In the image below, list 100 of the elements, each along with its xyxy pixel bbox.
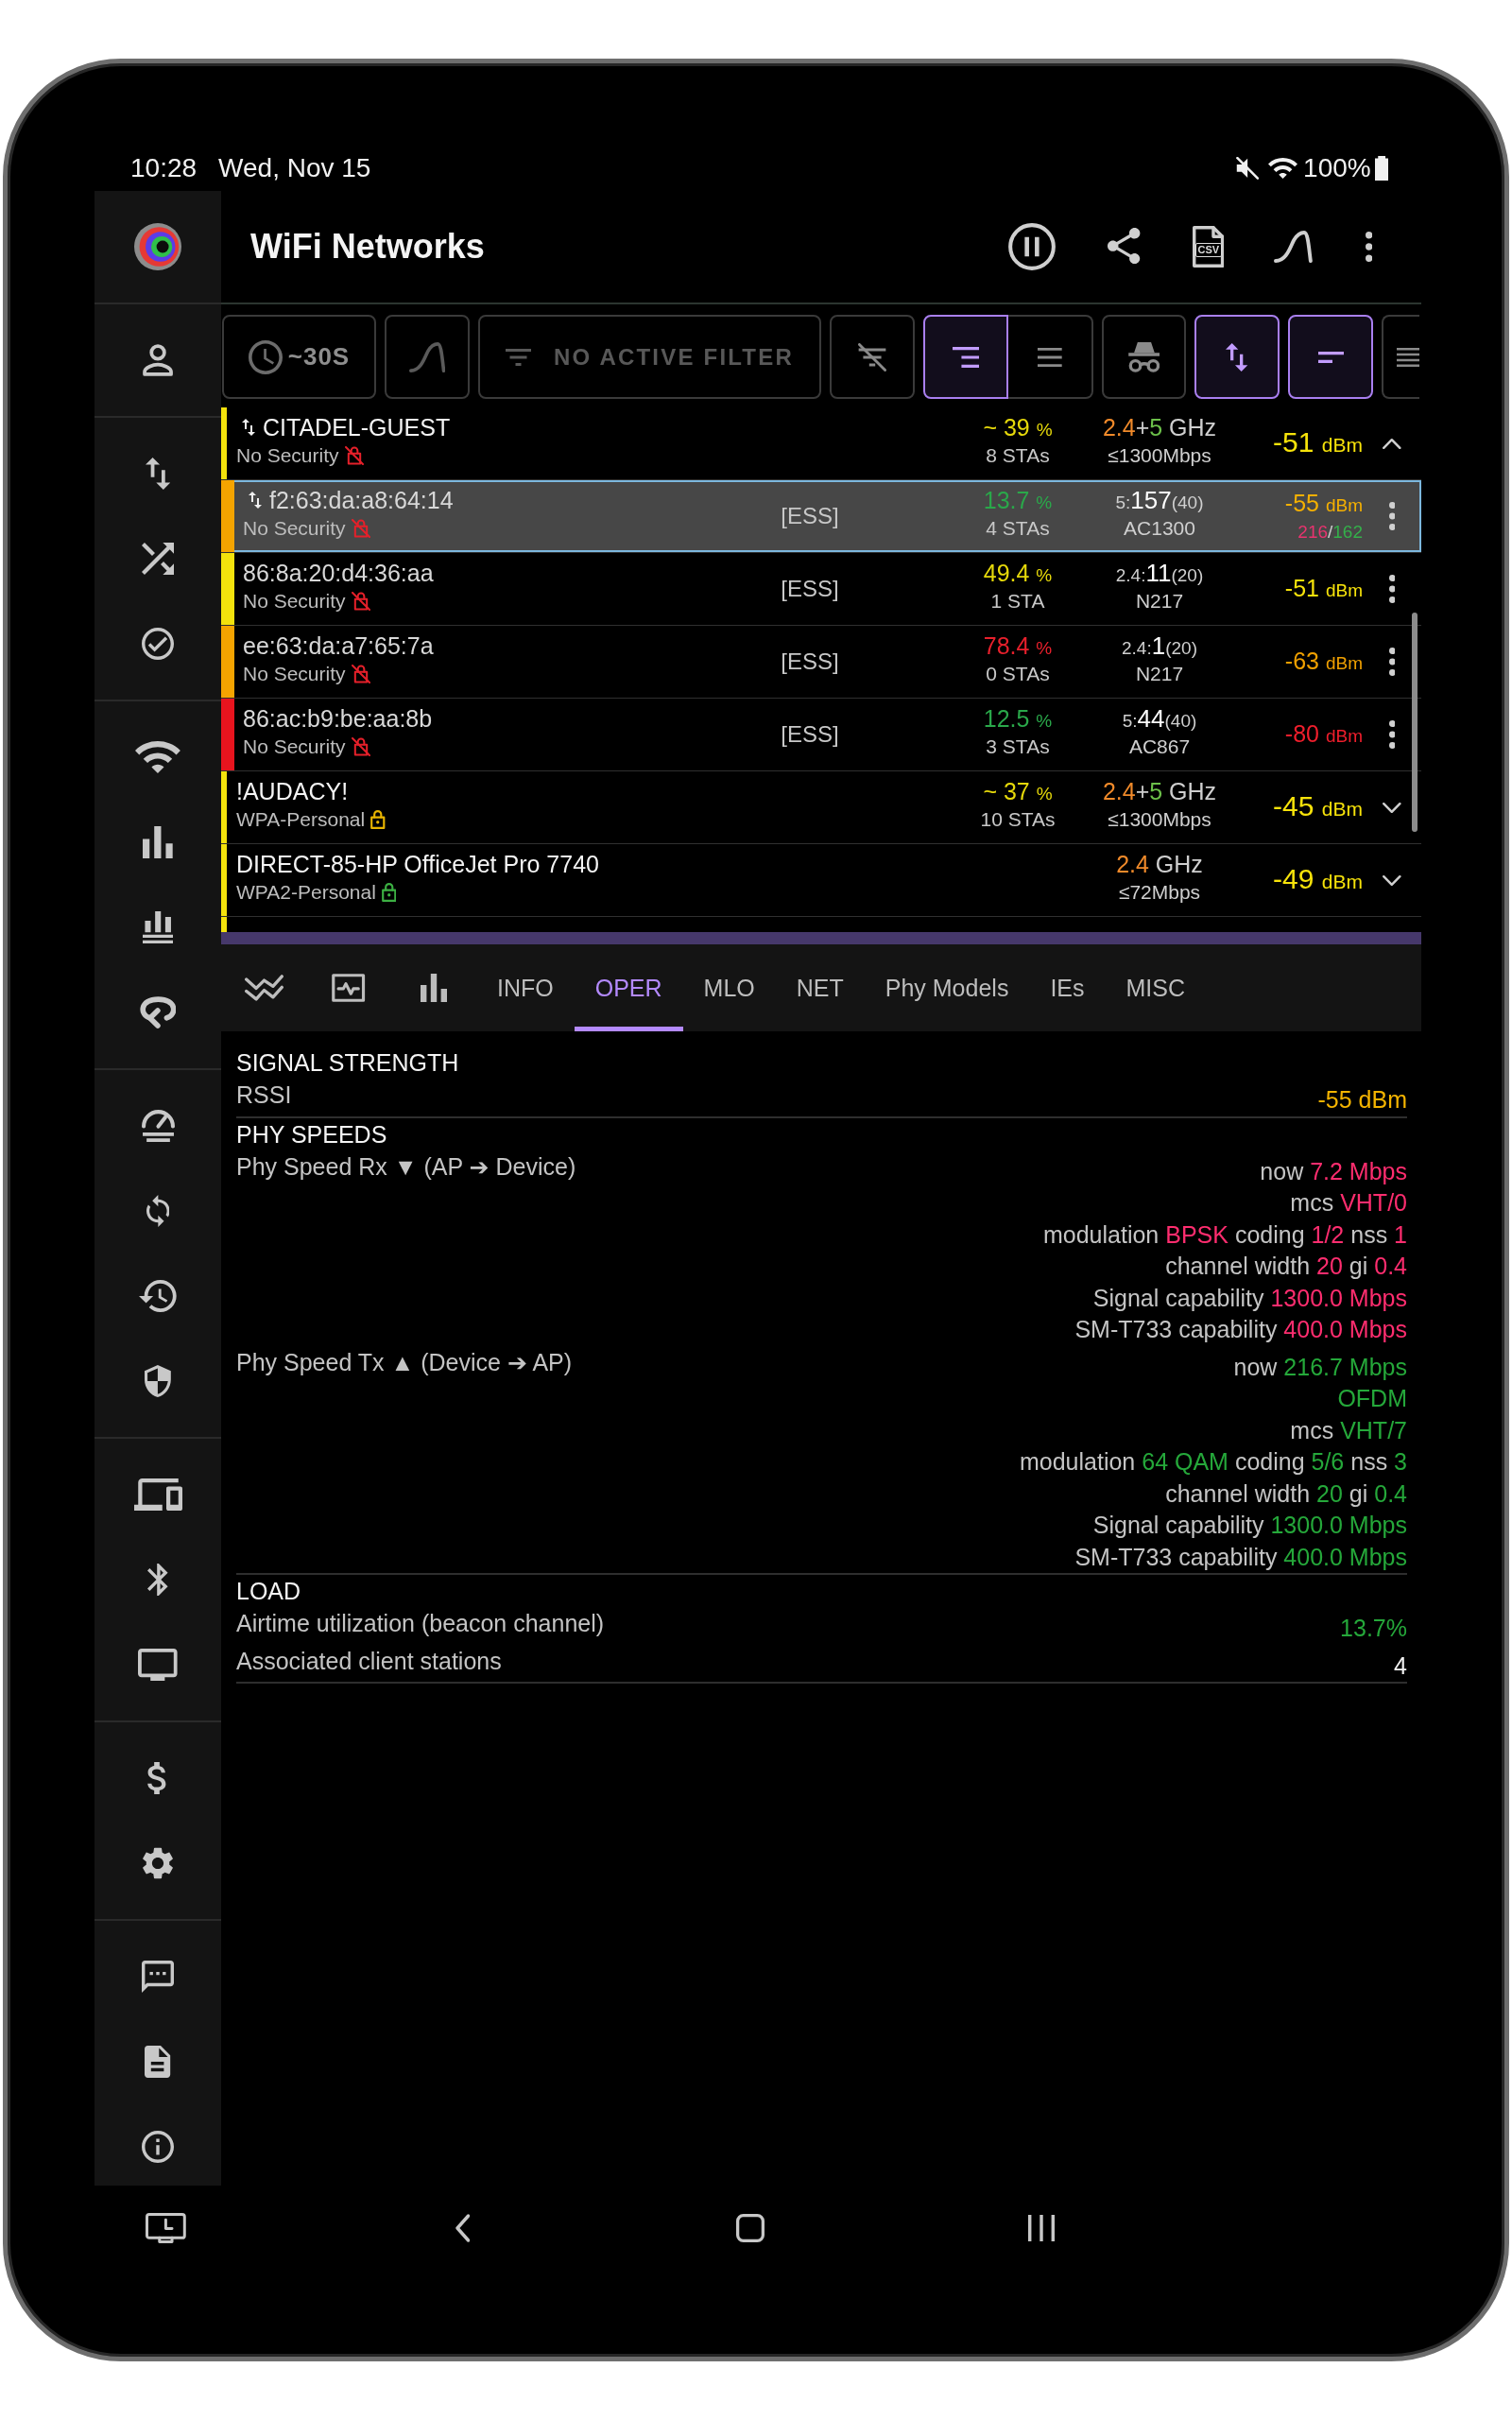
bssid-label: 86:8a:20:d4:36:aa bbox=[243, 559, 434, 587]
network-name: DIRECT-85-HP OfficeJet Pro 7740 bbox=[236, 850, 599, 878]
speedometer-icon[interactable] bbox=[141, 1110, 175, 1142]
scan-interval-button[interactable]: ~30S bbox=[222, 315, 376, 399]
mode-label: [ESS] bbox=[781, 648, 839, 675]
details-tab[interactable]: NET bbox=[775, 944, 865, 1031]
swap-arrows-icon bbox=[1226, 342, 1248, 372]
max-rate-label: ≤1300Mbps bbox=[1108, 443, 1211, 468]
muted-speaker-icon bbox=[1235, 157, 1260, 180]
details-tab[interactable]: INFO bbox=[476, 944, 575, 1031]
bluetooth-icon[interactable] bbox=[147, 1564, 168, 1596]
home-icon[interactable] bbox=[736, 2214, 765, 2242]
dollar-icon[interactable] bbox=[147, 1762, 168, 1794]
menu-icon bbox=[1038, 347, 1062, 367]
chevron-down-icon[interactable] bbox=[1383, 874, 1401, 886]
person-icon[interactable] bbox=[142, 344, 174, 376]
load-percent: 12.5 % bbox=[983, 704, 1053, 734]
settings-icon[interactable] bbox=[143, 1847, 173, 1879]
channel-label: 2.4:11(20) bbox=[1115, 558, 1204, 588]
group-button[interactable] bbox=[923, 315, 1008, 399]
security-label: WPA-Personal bbox=[236, 808, 366, 831]
file-icon bbox=[1192, 226, 1225, 268]
share-icon[interactable] bbox=[1108, 228, 1141, 266]
details-tab[interactable]: OPER bbox=[574, 944, 683, 1031]
section-heading: SIGNAL STRENGTH bbox=[236, 1048, 459, 1078]
pause-circle-icon[interactable] bbox=[1008, 223, 1057, 270]
access-point-row[interactable]: f2:63:da:a8:64:14 No Security [ESS] 13.7 % 4 STAs 5:157(40) AC1300 -55 dBm 216/162 bbox=[221, 480, 1421, 553]
sort-button[interactable] bbox=[1194, 315, 1280, 399]
battery-percent: 100% bbox=[1303, 153, 1371, 183]
chat-icon[interactable] bbox=[142, 1961, 174, 1993]
details-tab[interactable]: IEs bbox=[1029, 944, 1106, 1031]
clear-filter-button[interactable] bbox=[830, 315, 915, 399]
compact-view-button[interactable] bbox=[1288, 315, 1373, 399]
loop-arrow-icon[interactable] bbox=[139, 996, 177, 1028]
zigzag-lines-icon bbox=[244, 975, 284, 1001]
phy-standard-label: AC1300 bbox=[1124, 516, 1195, 541]
station-count: 8 STAs bbox=[986, 443, 1050, 468]
chevron-up-icon[interactable] bbox=[1383, 438, 1401, 449]
curve-icon bbox=[408, 341, 446, 372]
network-name: CITADEL-GUEST bbox=[263, 413, 451, 441]
security-label: No Security bbox=[243, 663, 346, 685]
list-view-button[interactable] bbox=[1382, 315, 1419, 399]
station-count: 3 STAs bbox=[986, 735, 1050, 759]
sync-icon[interactable] bbox=[146, 1195, 170, 1227]
bar-chart-icon[interactable] bbox=[143, 826, 173, 858]
field-value: Signal capability 1300.0 Mbps bbox=[1092, 1283, 1407, 1313]
devices-icon[interactable] bbox=[133, 1478, 182, 1511]
field-value: channel width 20 gi 0.4 bbox=[1165, 1478, 1407, 1509]
more-icon[interactable] bbox=[1388, 575, 1396, 603]
swap-arrows-icon[interactable] bbox=[145, 458, 171, 490]
wifi-icon[interactable] bbox=[135, 741, 180, 773]
more-icon[interactable] bbox=[1388, 502, 1396, 530]
recents-icon[interactable] bbox=[1028, 2215, 1056, 2241]
details-tab[interactable]: MLO bbox=[682, 944, 776, 1031]
history-icon[interactable] bbox=[139, 1280, 177, 1312]
stacked-bars-icon[interactable] bbox=[142, 911, 174, 943]
shuffle-icon[interactable] bbox=[142, 543, 174, 575]
back-icon[interactable] bbox=[455, 2214, 471, 2242]
security-label: No Security bbox=[243, 517, 346, 540]
rssi-reading: -55 dBm bbox=[1284, 488, 1363, 518]
station-count: 4 STAs bbox=[986, 516, 1050, 541]
section-heading: PHY SPEEDS bbox=[236, 1119, 387, 1150]
incognito-button[interactable] bbox=[1102, 315, 1186, 399]
field-value: OFDM bbox=[1337, 1384, 1407, 1413]
shield-icon[interactable] bbox=[145, 1365, 171, 1397]
station-count: 1 STA bbox=[990, 589, 1045, 614]
access-point-row[interactable]: 86:8a:20:d4:36:aa No Security [ESS] 49.4 % 1 STA 2.4:11(20) N217 -51 dBm bbox=[221, 553, 1421, 626]
security-label: No Security bbox=[243, 735, 346, 758]
export-csv-button[interactable]: CSV bbox=[1192, 226, 1225, 268]
curve-icon[interactable] bbox=[1273, 231, 1313, 263]
rssi-reading: -51 dBm bbox=[1284, 573, 1363, 603]
filter-off-icon bbox=[858, 342, 886, 372]
more-icon[interactable] bbox=[1388, 720, 1396, 749]
more-icon[interactable] bbox=[1365, 232, 1372, 262]
rssi-reading: -63 dBm bbox=[1284, 646, 1363, 676]
channel-label: 5:44(40) bbox=[1122, 703, 1197, 734]
station-count: 0 STAs bbox=[986, 662, 1050, 686]
mode-label: [ESS] bbox=[781, 721, 839, 748]
info-icon[interactable] bbox=[142, 2131, 174, 2163]
details-tab[interactable]: Phy Models bbox=[864, 944, 1030, 1031]
load-percent: ~ 39 % bbox=[983, 413, 1053, 442]
clock-icon bbox=[248, 339, 283, 374]
security-label: WPA2-Personal bbox=[236, 881, 376, 904]
monitor-icon[interactable] bbox=[138, 1649, 178, 1681]
more-icon[interactable] bbox=[1388, 648, 1396, 676]
screen-title: WiFi Networks bbox=[250, 227, 486, 267]
chevron-down-icon[interactable] bbox=[1383, 802, 1401, 813]
field-value: SM-T733 capability 400.0 Mbps bbox=[1074, 1542, 1407, 1572]
ungroup-button[interactable] bbox=[1008, 315, 1093, 399]
bar-chart-icon bbox=[421, 974, 447, 1002]
screen-clock-icon[interactable] bbox=[146, 2213, 186, 2243]
network-row[interactable]: DIRECT-85-HP OfficeJet Pro 7740 WPA2-Personal 2.4 GHz ≤72Mbps -49 dBm bbox=[221, 844, 1421, 917]
details-tab[interactable]: MISC bbox=[1105, 944, 1206, 1031]
graph-button[interactable] bbox=[385, 315, 470, 399]
incognito-icon bbox=[1127, 341, 1160, 372]
field-value: 4 bbox=[1394, 1651, 1407, 1681]
max-rate-label: ≤1300Mbps bbox=[1108, 807, 1211, 832]
document-icon[interactable] bbox=[145, 2046, 171, 2078]
field-value: -55 dBm bbox=[1317, 1085, 1407, 1115]
bssid-label: f2:63:da:a8:64:14 bbox=[269, 486, 454, 514]
